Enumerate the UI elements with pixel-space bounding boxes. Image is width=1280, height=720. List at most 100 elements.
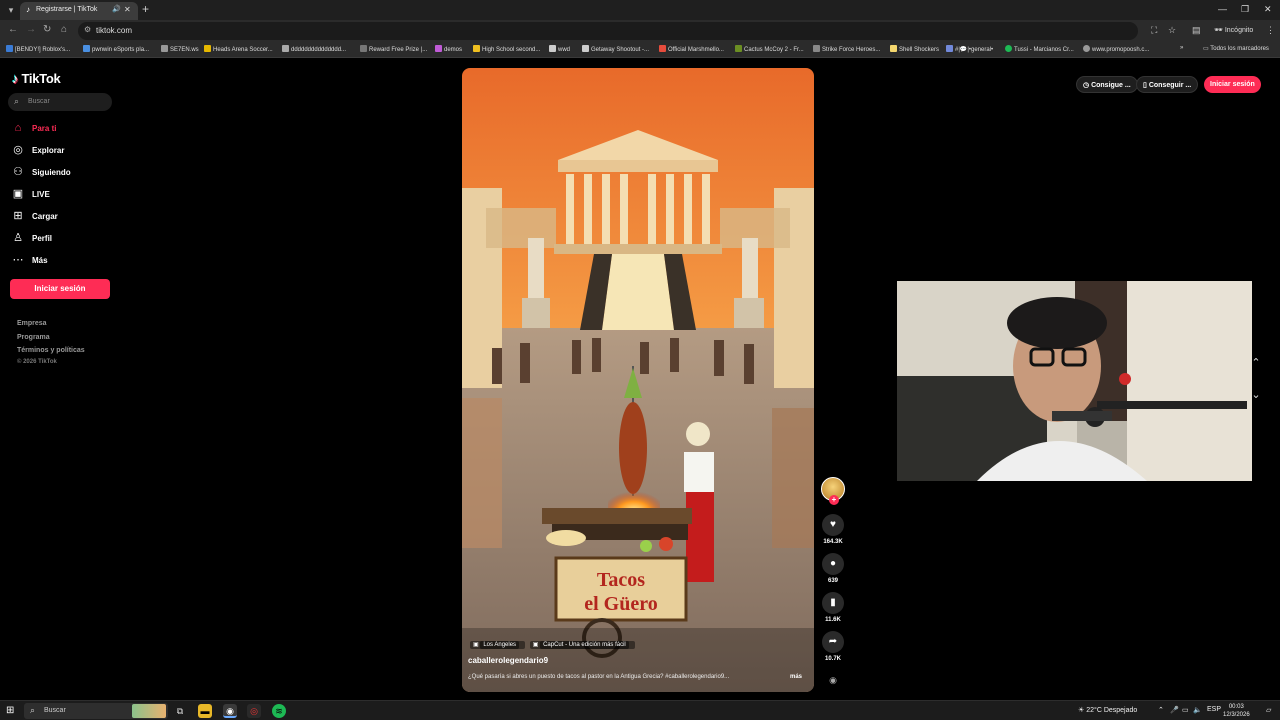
tiktok-logo[interactable]: ♪ TikTok — [12, 71, 61, 86]
bookmark-item[interactable]: pwnwin eSports pla... — [83, 45, 149, 53]
nav-perfil[interactable]: ♙ Perfil — [12, 232, 112, 248]
tab-audio-icon[interactable]: 🔊 — [112, 5, 121, 13]
restore-button[interactable]: ❐ — [1241, 4, 1249, 15]
task-view-icon[interactable]: ⧉ — [173, 704, 187, 718]
get-app-button[interactable]: ▯ Conseguir ... — [1136, 76, 1199, 93]
bookmark-item[interactable]: #|💬|•general• — [946, 45, 993, 53]
minimize-button[interactable]: — — [1218, 4, 1227, 14]
header-login-button[interactable]: Iniciar sesión — [1204, 76, 1261, 93]
menu-icon[interactable]: ⋮ — [1266, 25, 1275, 36]
file-explorer-icon[interactable]: ▬ — [198, 704, 212, 718]
bookmarks-overflow-icon[interactable]: » — [1180, 45, 1183, 51]
nav-para-ti[interactable]: ⌂ Para ti — [12, 122, 112, 138]
comment-icon[interactable]: ● — [822, 553, 844, 575]
follow-plus-icon[interactable]: + — [829, 495, 839, 505]
next-video-icon[interactable]: ⌄ — [1250, 388, 1262, 401]
nav-explorar[interactable]: ◎ Explorar — [12, 144, 112, 160]
site-info-icon[interactable]: ⚙ — [84, 25, 91, 34]
like-action[interactable]: ♥ 164.3K — [821, 514, 845, 545]
bookmark-item[interactable]: Reward Free Prize |... — [360, 45, 427, 53]
windows-start-icon[interactable]: ⊞ — [6, 705, 14, 716]
notifications-icon[interactable]: ▱ — [1266, 706, 1271, 714]
nav-mas[interactable]: ⋯ Más — [12, 254, 112, 270]
share-action[interactable]: ➦ 10.7K — [821, 631, 845, 662]
address-bar[interactable]: ⚙ tiktok.com — [78, 22, 1138, 40]
search-input[interactable]: ⌕ Buscar — [8, 93, 112, 111]
close-window-button[interactable]: ✕ — [1264, 4, 1272, 15]
phone-icon: ▯ — [1143, 82, 1147, 89]
webcam-frame — [897, 281, 1252, 481]
tab-close-icon[interactable]: ✕ — [124, 5, 131, 14]
video-caption: ¿Qué pasaría si abres un puesto de tacos… — [468, 674, 730, 680]
footer-link-programa[interactable]: Programa — [17, 334, 50, 341]
url-text: tiktok.com — [96, 26, 133, 35]
footer-link-terminos[interactable]: Términos y políticas — [17, 347, 85, 354]
video-player[interactable]: Tacos el Güero ▣ Los Angeles ▣ CapCut - … — [462, 68, 814, 692]
music-disc-icon[interactable]: ◉ — [822, 675, 844, 689]
all-bookmarks-folder[interactable]: ▭ Todos los marcadores — [1203, 45, 1269, 52]
save-count: 11.6K — [825, 617, 841, 623]
copyright-text: © 2026 TikTok — [17, 359, 57, 365]
tiktok-favicon-icon: ♪ — [26, 5, 30, 14]
capcut-tag[interactable]: ▣ CapCut - Una edición más fácil — [529, 641, 635, 649]
bookmark-item[interactable]: Cactus McCoy 2 - Fr... — [735, 45, 804, 53]
bookmark-icon[interactable]: ▮ — [822, 592, 844, 614]
get-coins-button[interactable]: ◷ Consigue ... — [1076, 76, 1138, 93]
bookmark-item[interactable]: [BENDY!] Roblox's... — [6, 45, 70, 53]
bookmark-item[interactable]: Official Marshmello... — [659, 45, 724, 53]
search-icon: ⌕ — [14, 96, 20, 106]
sidebar-login-button[interactable]: Iniciar sesión — [10, 279, 110, 299]
previous-video-icon[interactable]: ⌃ — [1250, 356, 1262, 369]
caption-more-link[interactable]: más — [790, 674, 802, 680]
bookmark-item[interactable]: Heads Arena Soccer... — [204, 45, 273, 53]
mic-icon[interactable]: 🎤 — [1170, 706, 1179, 714]
heart-icon[interactable]: ♥ — [822, 514, 844, 536]
comment-count: 639 — [827, 578, 838, 584]
nav-cargar[interactable]: ⊞ Cargar — [12, 210, 112, 226]
tray-overflow-icon[interactable]: ⌃ — [1158, 706, 1164, 714]
tab-search-icon[interactable]: ▾ — [4, 3, 18, 17]
translate-icon[interactable]: ⛶ — [1151, 25, 1157, 36]
home-page-icon[interactable]: ⌂ — [61, 24, 67, 35]
bookmark-item[interactable]: wwd — [549, 45, 570, 53]
reload-icon[interactable]: ↻ — [43, 24, 51, 35]
extensions-icon[interactable]: ▤ — [1192, 25, 1201, 36]
bookmark-item[interactable]: www.promopoosh.c... — [1083, 45, 1149, 53]
volume-icon[interactable]: 🔈 — [1193, 706, 1202, 714]
bookmark-item[interactable]: High School second... — [473, 45, 540, 53]
bookmark-item[interactable]: ddddddddddddddd... — [282, 45, 346, 53]
bookmark-star-icon[interactable]: ☆ — [1168, 25, 1176, 36]
taskbar-search[interactable]: ⌕ Buscar — [24, 703, 168, 719]
bookmark-item[interactable]: demos — [435, 45, 462, 53]
bookmark-item[interactable]: SE7EN.ws — [161, 45, 199, 53]
coin-icon: ◷ — [1083, 82, 1090, 89]
spotify-icon[interactable]: ≋ — [272, 704, 286, 718]
comment-action[interactable]: ● 639 — [821, 553, 845, 584]
share-icon[interactable]: ➦ — [822, 631, 844, 653]
clock-date: 12/3/2026 — [1223, 712, 1250, 718]
search-highlight-image — [132, 704, 166, 718]
weather-widget[interactable]: ☀ 22°C Despejado — [1078, 706, 1137, 714]
nav-siguiendo[interactable]: ⚇ Siguiendo — [12, 166, 112, 182]
cart-sign-line-1: Tacos — [597, 569, 645, 591]
bookmark-item[interactable]: Getaway Shootout -... — [582, 45, 649, 53]
forward-icon[interactable]: → — [26, 24, 36, 35]
bookmark-item[interactable]: Shell Shockers — [890, 45, 939, 53]
save-action[interactable]: ▮ 11.6K — [821, 592, 845, 623]
network-icon[interactable]: ▭ — [1182, 706, 1189, 714]
new-tab-button[interactable]: + — [142, 2, 149, 16]
video-author[interactable]: caballerolegendario9 — [468, 656, 548, 665]
footer-link-empresa[interactable]: Empresa — [17, 320, 47, 327]
system-clock[interactable]: 00:03 12/3/2026 — [1223, 703, 1250, 719]
tab-title: Registrarse | TikTok — [36, 6, 98, 13]
input-language[interactable]: ESP — [1207, 706, 1221, 713]
taskbar-search-placeholder: Buscar — [44, 707, 66, 714]
chrome-icon[interactable]: ◉ — [223, 704, 237, 718]
nav-live[interactable]: ▣ LIVE — [12, 188, 112, 204]
bookmark-item[interactable]: Strike Force Heroes... — [813, 45, 880, 53]
location-tag[interactable]: ▣ Los Angeles — [470, 641, 526, 649]
obs-icon[interactable]: ◎ — [247, 704, 261, 718]
browser-tab[interactable]: ♪ Registrarse | TikTok 🔊 ✕ — [20, 2, 138, 20]
bookmark-item[interactable]: Tussi - Marcianos Cr... — [1005, 45, 1074, 53]
back-icon[interactable]: ← — [8, 24, 18, 35]
